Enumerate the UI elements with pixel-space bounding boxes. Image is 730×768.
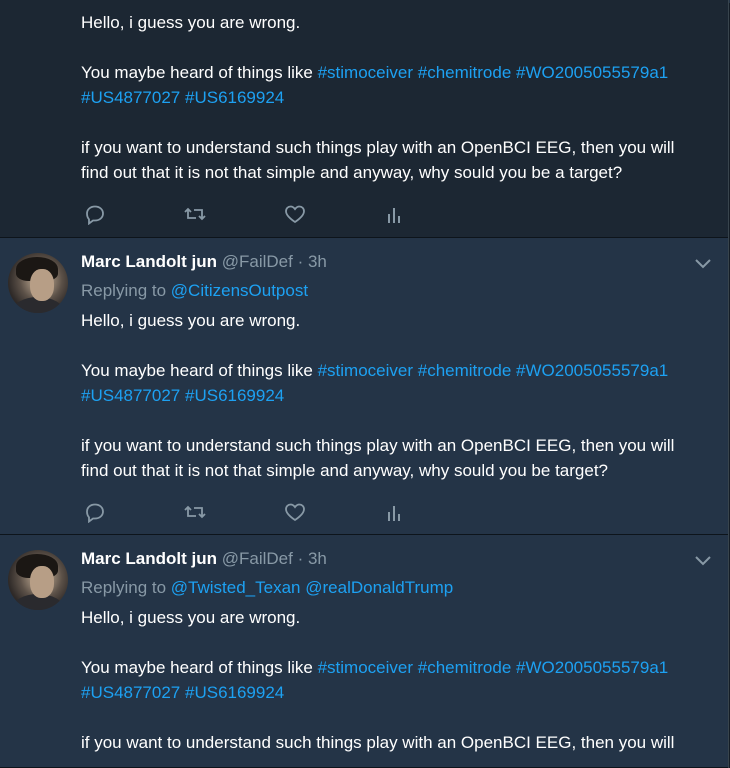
tweet[interactable]: Marc Landolt jun @FailDef · 3h Replying … xyxy=(0,238,728,535)
hashtag-link[interactable]: #stimoceiver xyxy=(318,63,413,82)
reply-icon[interactable] xyxy=(83,501,107,524)
hashtag-link[interactable]: #US6169924 xyxy=(185,683,284,702)
tweet-text-line: find out that it is not that simple and … xyxy=(81,461,608,480)
hashtag-link[interactable]: #WO2005055579a1 xyxy=(516,658,668,677)
hashtag-link[interactable]: #US6169924 xyxy=(185,88,284,107)
hashtag-link[interactable]: #WO2005055579a1 xyxy=(516,63,668,82)
author-name[interactable]: Marc Landolt jun xyxy=(81,549,217,568)
author-handle[interactable]: @FailDef xyxy=(222,252,293,271)
retweet-icon[interactable] xyxy=(183,203,207,225)
tweet-header: Marc Landolt jun @FailDef · 3h xyxy=(81,251,327,273)
analytics-icon[interactable] xyxy=(383,203,407,225)
tweet-text-fragment: You maybe heard of things like xyxy=(81,63,313,82)
tweet-time[interactable]: · 3h xyxy=(298,252,327,271)
tweet-timeline: Hello, i guess you are wrong. You maybe … xyxy=(0,0,729,768)
retweet-icon[interactable] xyxy=(183,501,207,523)
tweet-text-line: #US4877027 #US6169924 xyxy=(81,383,721,408)
reply-icon[interactable] xyxy=(83,203,107,226)
tweet-text: Hello, i guess you are wrong. You maybe … xyxy=(81,308,721,483)
tweet-text-line: You maybe heard of things like #stimocei… xyxy=(81,358,721,383)
chevron-down-icon[interactable] xyxy=(694,553,712,566)
replying-to: Replying to @Twisted_Texan @realDonaldTr… xyxy=(81,577,453,599)
tweet-text-line: You maybe heard of things like #stimocei… xyxy=(81,60,721,85)
tweet[interactable]: Marc Landolt jun @FailDef · 3h Replying … xyxy=(0,535,728,768)
tweet-text-line: if you want to understand such things pl… xyxy=(81,138,675,157)
replying-to-label: Replying to xyxy=(81,281,167,300)
author-name[interactable]: Marc Landolt jun xyxy=(81,252,217,271)
hashtag-link[interactable]: #chemitrode xyxy=(418,63,512,82)
tweet-text: Hello, i guess you are wrong. You maybe … xyxy=(81,10,721,185)
mention-link[interactable]: @CitizensOutpost xyxy=(171,281,308,300)
hashtag-link[interactable]: #US6169924 xyxy=(185,386,284,405)
tweet-text: Hello, i guess you are wrong. You maybe … xyxy=(81,605,721,755)
mention-link[interactable]: @realDonaldTrump xyxy=(305,578,453,597)
analytics-icon[interactable] xyxy=(383,501,407,523)
like-icon[interactable] xyxy=(283,203,307,225)
replying-to-label: Replying to xyxy=(81,578,167,597)
tweet-text-line: find out that it is not that simple and … xyxy=(81,163,623,182)
tweet-text-line: #US4877027 #US6169924 xyxy=(81,680,721,705)
avatar[interactable] xyxy=(8,550,68,610)
hashtag-link[interactable]: #stimoceiver xyxy=(318,361,413,380)
tweet-text-line: if you want to understand such things pl… xyxy=(81,733,675,752)
tweet-header: Marc Landolt jun @FailDef · 3h xyxy=(81,548,327,570)
hashtag-link[interactable]: #chemitrode xyxy=(418,658,512,677)
tweet-text-line: if you want to understand such things pl… xyxy=(81,436,675,455)
tweet-text-fragment: You maybe heard of things like xyxy=(81,658,313,677)
hashtag-link[interactable]: #US4877027 xyxy=(81,683,180,702)
author-handle[interactable]: @FailDef xyxy=(222,549,293,568)
hashtag-link[interactable]: #chemitrode xyxy=(418,361,512,380)
replying-to: Replying to @CitizensOutpost xyxy=(81,280,308,302)
hashtag-link[interactable]: #WO2005055579a1 xyxy=(516,361,668,380)
tweet-text-line: Hello, i guess you are wrong. xyxy=(81,13,301,32)
hashtag-link[interactable]: #US4877027 xyxy=(81,88,180,107)
chevron-down-icon[interactable] xyxy=(694,256,712,269)
mention-link[interactable]: @Twisted_Texan xyxy=(171,578,301,597)
tweet-text-line: #US4877027 #US6169924 xyxy=(81,85,721,110)
avatar[interactable] xyxy=(8,253,68,313)
tweet[interactable]: Hello, i guess you are wrong. You maybe … xyxy=(0,0,728,238)
like-icon[interactable] xyxy=(283,501,307,523)
hashtag-link[interactable]: #stimoceiver xyxy=(318,658,413,677)
tweet-text-fragment: You maybe heard of things like xyxy=(81,361,313,380)
tweet-text-line: Hello, i guess you are wrong. xyxy=(81,311,301,330)
tweet-text-line: You maybe heard of things like #stimocei… xyxy=(81,655,721,680)
hashtag-link[interactable]: #US4877027 xyxy=(81,386,180,405)
tweet-text-line: Hello, i guess you are wrong. xyxy=(81,608,301,627)
tweet-time[interactable]: · 3h xyxy=(298,549,327,568)
